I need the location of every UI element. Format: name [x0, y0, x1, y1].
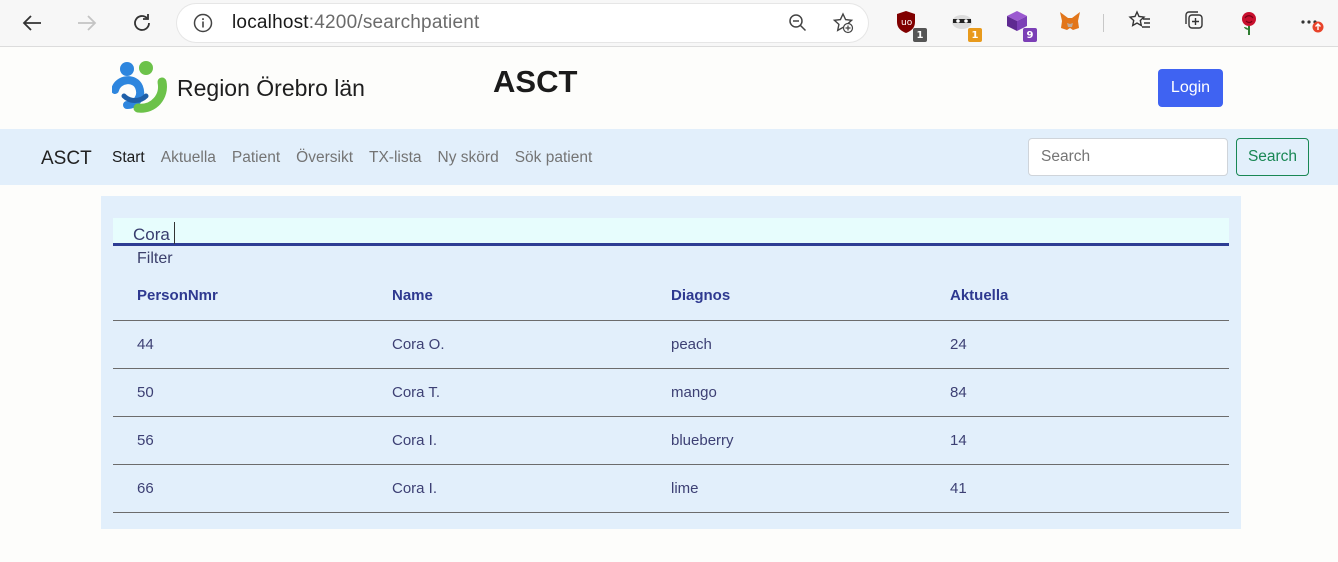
cell-diagnos: peach	[647, 320, 926, 369]
filter-label: Filter	[137, 250, 173, 267]
nav-links: Start Aktuella Patient Översikt TX-lista…	[112, 149, 608, 167]
ublock-icon[interactable]: uo 1	[895, 10, 927, 42]
patient-table: PersonNmr Name Diagnos Aktuella 44 Cora …	[113, 272, 1229, 513]
nav-link-sok-patient[interactable]: Sök patient	[515, 149, 593, 167]
table-row[interactable]: 44 Cora O. peach 24	[113, 320, 1229, 369]
address-bar[interactable]: localhost:4200/searchpatient	[177, 4, 868, 42]
cell-aktuella: 84	[926, 368, 1229, 417]
table-row[interactable]: 66 Cora I. lime 41	[113, 464, 1229, 513]
cell-diagnos: blueberry	[647, 416, 926, 465]
column-header-name[interactable]: Name	[368, 272, 647, 321]
cell-name: Cora T.	[368, 368, 647, 417]
filter-input[interactable]: Cora	[113, 218, 1229, 246]
column-header-diagnos[interactable]: Diagnos	[647, 272, 926, 321]
navbar-search-input[interactable]	[1028, 138, 1228, 176]
back-arrow-icon[interactable]	[17, 8, 47, 38]
navbar-brand[interactable]: ASCT	[41, 148, 92, 170]
nav-link-ny-skord[interactable]: Ny skörd	[438, 149, 499, 167]
cell-aktuella: 14	[926, 416, 1229, 465]
column-header-aktuella[interactable]: Aktuella	[926, 272, 1229, 321]
forward-arrow-icon[interactable]	[72, 8, 102, 38]
login-button[interactable]: Login	[1158, 69, 1223, 107]
nav-link-patient[interactable]: Patient	[232, 149, 280, 167]
cell-personnmr: 50	[113, 368, 368, 417]
app-title: ASCT	[493, 64, 578, 99]
cell-personnmr: 56	[113, 416, 368, 465]
refresh-icon[interactable]	[127, 8, 157, 38]
logo-text: Region Örebro län	[177, 75, 365, 101]
cell-personnmr: 44	[113, 320, 368, 369]
cell-name: Cora I.	[368, 416, 647, 465]
browser-toolbar: localhost:4200/searchpatient uo 1 1 9	[0, 0, 1338, 47]
table-header-row: PersonNmr Name Diagnos Aktuella	[113, 272, 1229, 321]
url-text: localhost:4200/searchpatient	[232, 12, 480, 33]
svg-text:uo: uo	[901, 18, 913, 28]
cell-name: Cora I.	[368, 464, 647, 513]
region-logo	[111, 60, 168, 116]
add-favorite-icon[interactable]	[832, 12, 854, 39]
cell-aktuella: 41	[926, 464, 1229, 513]
metamask-fox-icon[interactable]	[1058, 10, 1084, 36]
cell-personnmr: 66	[113, 464, 368, 513]
nav-link-start[interactable]: Start	[112, 149, 145, 167]
navbar-search-button[interactable]: Search	[1236, 138, 1309, 176]
raccoon-icon[interactable]: 1	[950, 10, 982, 42]
nav-link-oversikt[interactable]: Översikt	[296, 149, 353, 167]
table-row[interactable]: 56 Cora I. blueberry 14	[113, 416, 1229, 465]
nav-link-tx-lista[interactable]: TX-lista	[369, 149, 422, 167]
cell-diagnos: mango	[647, 368, 926, 417]
cell-diagnos: lime	[647, 464, 926, 513]
cube-icon[interactable]: 9	[1005, 10, 1037, 42]
cell-name: Cora O.	[368, 320, 647, 369]
toolbar-separator	[1103, 14, 1104, 32]
table-row[interactable]: 50 Cora T. mango 84	[113, 368, 1229, 417]
collections-icon[interactable]	[1183, 10, 1209, 36]
info-icon[interactable]	[193, 13, 213, 33]
nav-link-aktuella[interactable]: Aktuella	[161, 149, 216, 167]
zoom-out-icon[interactable]	[788, 13, 808, 38]
text-caret	[173, 222, 175, 244]
profile-rose-icon[interactable]	[1237, 10, 1263, 36]
cell-aktuella: 24	[926, 320, 1229, 369]
filter-input-value: Cora	[133, 222, 175, 245]
more-menu-icon[interactable]	[1298, 10, 1324, 36]
column-header-personnmr[interactable]: PersonNmr	[113, 272, 368, 321]
favorites-icon[interactable]	[1128, 10, 1154, 36]
